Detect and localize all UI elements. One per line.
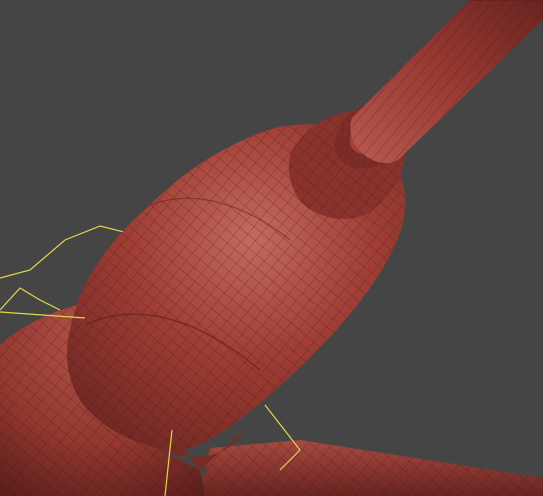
side-beam[interactable] xyxy=(200,440,543,496)
viewport-scene[interactable] xyxy=(0,0,543,496)
rod[interactable] xyxy=(350,0,543,164)
3d-viewport[interactable] xyxy=(0,0,543,496)
